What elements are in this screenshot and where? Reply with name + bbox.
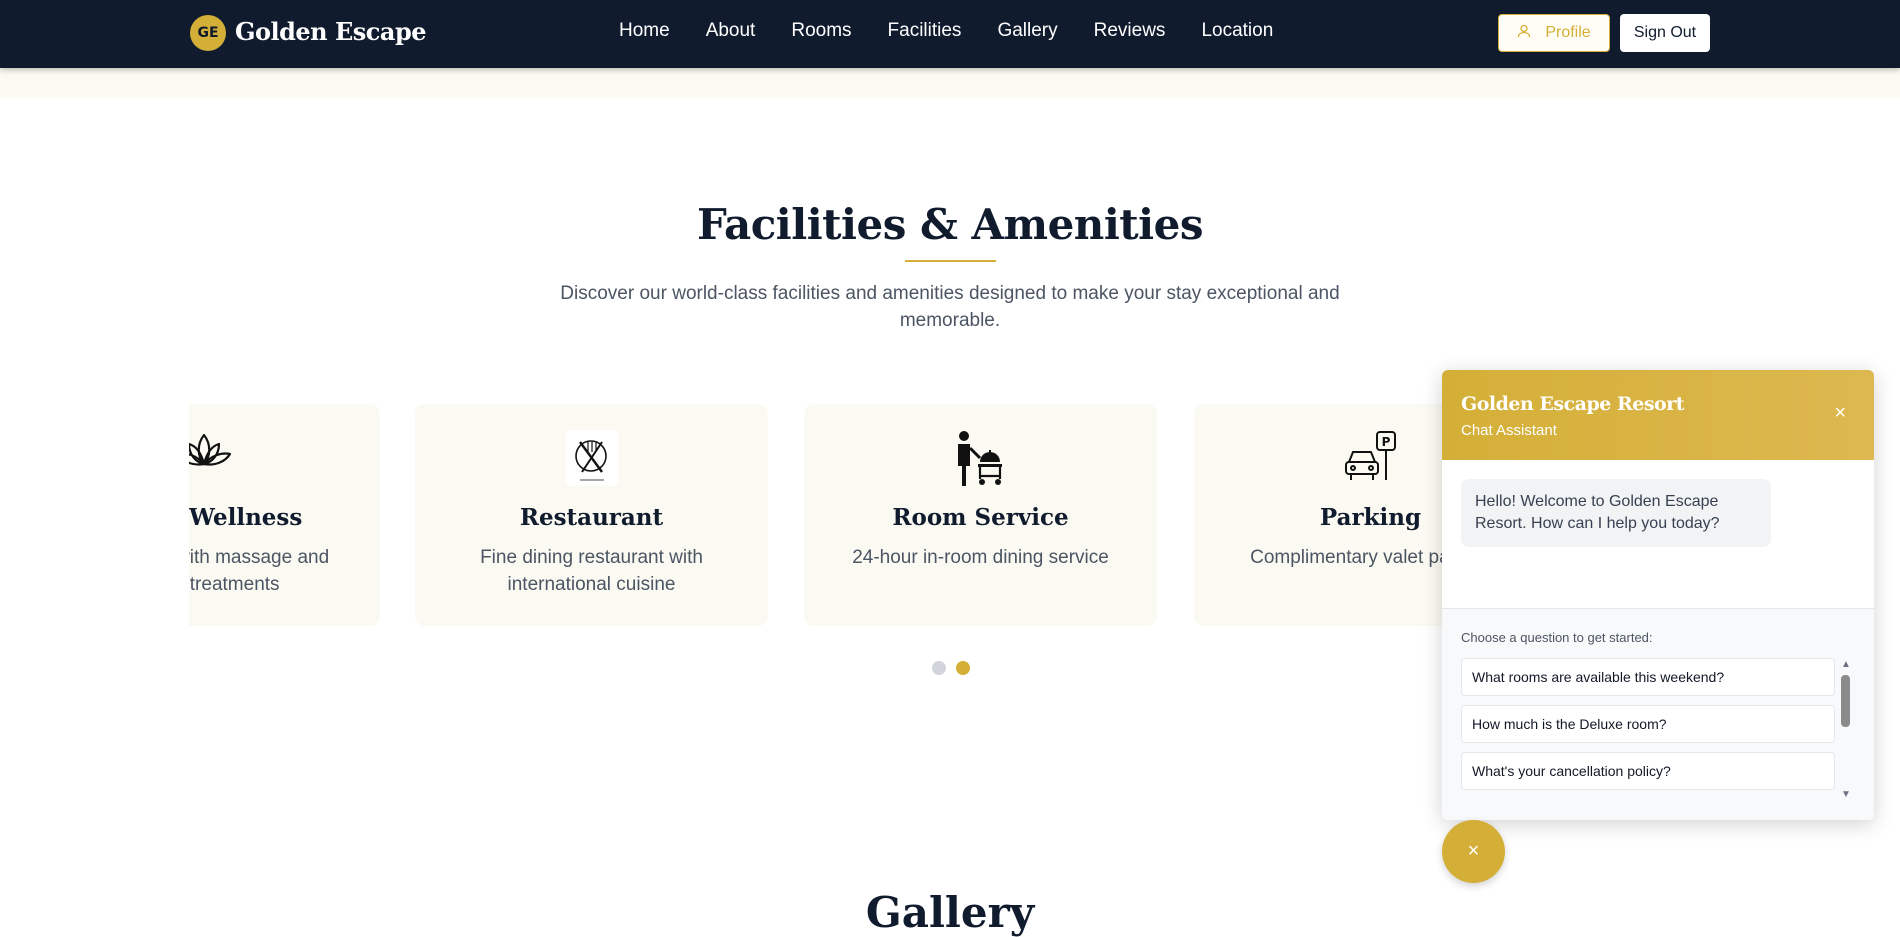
scroll-down-arrow-icon[interactable]: ▼ xyxy=(1840,789,1852,801)
scroll-up-arrow-icon[interactable]: ▲ xyxy=(1840,659,1852,671)
quick-question[interactable]: What's your cancellation policy? xyxy=(1461,752,1835,790)
facility-desc: 24-hour in-room dining service xyxy=(852,547,1109,568)
profile-label: Profile xyxy=(1545,24,1591,41)
room-service-icon xyxy=(804,430,1157,486)
facility-desc: Fine dining restaurant with internationa… xyxy=(480,547,703,595)
lotus-icon xyxy=(189,430,380,486)
quick-questions-panel: Choose a question to get started: What r… xyxy=(1442,609,1874,820)
facility-title: Parking xyxy=(1319,504,1422,531)
title-underline xyxy=(905,260,996,262)
gallery-section-title: Gallery xyxy=(865,888,1035,937)
chat-header: Golden Escape Resort Chat Assistant × xyxy=(1442,370,1874,460)
nav-rooms[interactable]: Rooms xyxy=(791,20,851,42)
bot-message: Hello! Welcome to Golden Escape Resort. … xyxy=(1461,479,1771,547)
facility-title: Room Service xyxy=(892,504,1069,531)
nav-reviews[interactable]: Reviews xyxy=(1094,20,1166,42)
restaurant-icon xyxy=(415,430,768,486)
logo-text[interactable]: Golden Escape xyxy=(235,17,427,46)
facility-title: Restaurant xyxy=(519,504,664,531)
quick-questions-list[interactable]: What rooms are available this weekend? H… xyxy=(1461,658,1835,798)
chat-subtitle: Chat Assistant xyxy=(1461,422,1557,439)
logo-badge[interactable]: GE xyxy=(190,15,226,51)
nav-location[interactable]: Location xyxy=(1201,20,1273,42)
facility-title: Spa & Wellness xyxy=(189,504,303,531)
parking-icon: P xyxy=(1194,430,1451,486)
close-icon: × xyxy=(1467,840,1480,862)
chat-toggle-button[interactable]: × xyxy=(1442,820,1505,883)
facility-card-parking[interactable]: P Parking Complimentary valet parking xyxy=(1194,404,1451,626)
chat-widget: Golden Escape Resort Chat Assistant × He… xyxy=(1442,370,1874,820)
nav-about[interactable]: About xyxy=(706,20,756,42)
facility-card-spa[interactable]: Spa & Wellness Luxury spa with massage a… xyxy=(189,404,380,626)
chat-title: Golden Escape Resort xyxy=(1461,393,1685,415)
carousel-dots xyxy=(932,661,970,675)
scrollbar-thumb[interactable] xyxy=(1841,675,1850,727)
section-title: Facilities & Amenities xyxy=(696,200,1204,249)
profile-button[interactable]: Profile xyxy=(1498,14,1610,52)
carousel-dot-1[interactable] xyxy=(932,661,946,675)
quick-question[interactable]: What rooms are available this weekend? xyxy=(1461,658,1835,696)
facilities-carousel[interactable]: Spa & Wellness Luxury spa with massage a… xyxy=(189,404,1451,626)
main-nav: Home About Rooms Facilities Gallery Revi… xyxy=(619,20,1273,42)
quick-question[interactable]: How much is the Deluxe room? xyxy=(1461,705,1835,743)
top-navbar: GE Golden Escape Home About Rooms Facili… xyxy=(0,0,1900,68)
hero-bottom-strip xyxy=(0,68,1900,98)
nav-gallery[interactable]: Gallery xyxy=(997,20,1057,42)
close-icon[interactable]: × xyxy=(1834,403,1846,423)
user-icon xyxy=(1517,24,1531,43)
facility-desc: Complimentary valet parking xyxy=(1250,547,1451,568)
sign-out-button[interactable]: Sign Out xyxy=(1620,14,1710,52)
nav-facilities[interactable]: Facilities xyxy=(888,20,962,42)
facility-desc: Luxury spa with massage and beauty treat… xyxy=(189,547,330,595)
facility-card-restaurant[interactable]: Restaurant Fine dining restaurant with i… xyxy=(415,404,768,626)
nav-home[interactable]: Home xyxy=(619,20,670,42)
carousel-dot-2[interactable] xyxy=(956,661,970,675)
svg-text:P: P xyxy=(1381,435,1390,449)
facility-card-room-service[interactable]: Room Service 24-hour in-room dining serv… xyxy=(804,404,1157,626)
section-subtitle: Discover our world-class facilities and … xyxy=(560,283,1340,331)
quick-questions-prompt: Choose a question to get started: xyxy=(1461,630,1653,645)
